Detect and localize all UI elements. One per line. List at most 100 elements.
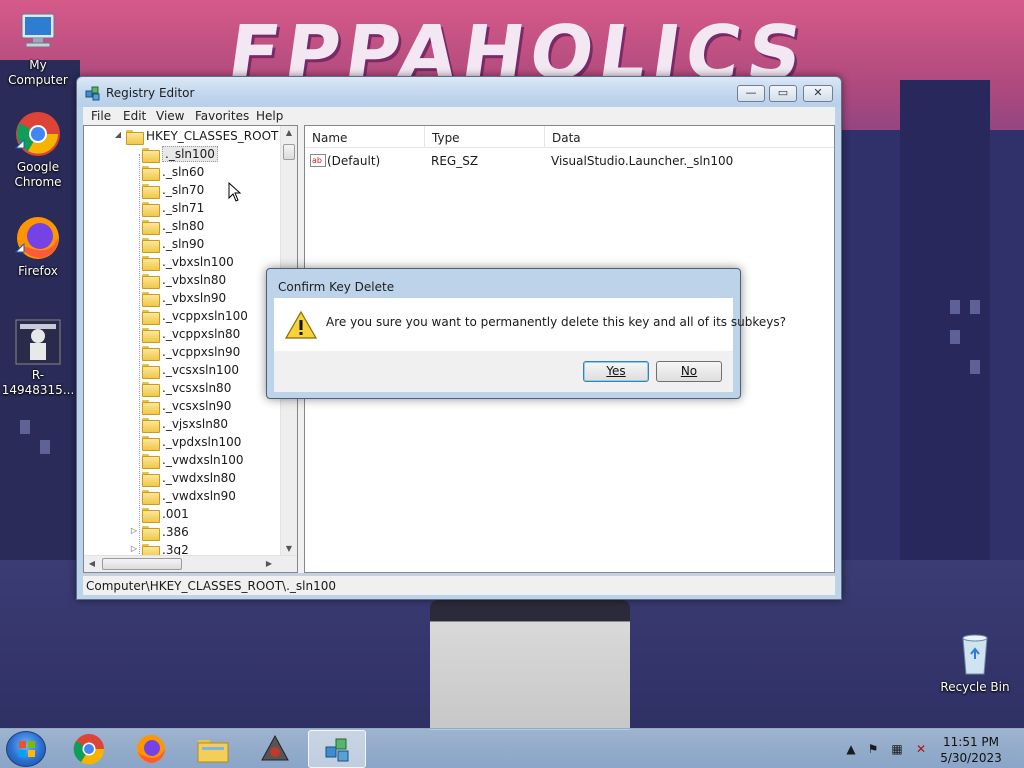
tree-node-label: HKEY_CLASSES_ROOT xyxy=(146,129,279,143)
computer-icon xyxy=(14,8,62,56)
folder-icon xyxy=(142,436,160,451)
tree-node[interactable]: ._vpdxsln100 xyxy=(84,433,284,451)
folder-icon xyxy=(142,148,160,163)
tree-node[interactable]: ._vbxsln100 xyxy=(84,253,284,271)
column-header-type[interactable]: Type xyxy=(425,126,545,148)
scroll-left-icon[interactable]: ◀ xyxy=(87,559,97,568)
tree-root-node[interactable]: ◢ HKEY_CLASSES_ROOT xyxy=(84,127,284,145)
volume-muted-icon[interactable]: ✕ xyxy=(914,742,928,756)
recycle-bin-icon xyxy=(951,630,999,678)
wallpaper-artwork-lettering: FPPAHOLICS xyxy=(222,10,813,96)
tree-node[interactable]: ._sln70 xyxy=(84,181,284,199)
desktop-icon-google-chrome[interactable]: Google Chrome xyxy=(0,110,76,190)
scroll-thumb[interactable] xyxy=(102,558,182,570)
tree-node[interactable]: ._sln80 xyxy=(84,217,284,235)
minimize-button[interactable]: — xyxy=(737,85,765,102)
tree-node-label: ._vcsxsln80 xyxy=(162,381,232,395)
desktop-icon-image-file[interactable]: R-14948315... xyxy=(0,318,76,398)
status-bar: Computer\HKEY_CLASSES_ROOT\._sln100 xyxy=(83,575,835,595)
desktop-icon-recycle-bin[interactable]: Recycle Bin xyxy=(937,630,1013,695)
app-icon xyxy=(261,734,289,761)
tree-node-label: .001 xyxy=(162,507,189,521)
tree-node[interactable]: ._sln71 xyxy=(84,199,284,217)
scroll-down-icon[interactable]: ▼ xyxy=(281,544,297,553)
wallpaper-window xyxy=(970,360,980,374)
tree-node-label: ._vwdxsln80 xyxy=(162,471,236,485)
dialog-message: Are you sure you want to permanently del… xyxy=(326,315,786,329)
collapse-arrow-icon[interactable]: ◢ xyxy=(113,130,123,139)
scroll-thumb[interactable] xyxy=(283,144,295,160)
window-titlebar[interactable]: Registry Editor — ▭ ✕ xyxy=(77,77,841,107)
firefox-icon xyxy=(137,735,165,763)
menu-bar: File Edit View Favorites Help xyxy=(83,107,835,125)
folder-open-icon xyxy=(126,130,144,145)
wallpaper-character xyxy=(430,600,630,730)
no-button[interactable]: No xyxy=(656,361,722,382)
tree-node[interactable]: ._vwdxsln90 xyxy=(84,487,284,505)
menu-file[interactable]: File xyxy=(91,109,111,123)
tree-node-label: ._vwdxsln90 xyxy=(162,489,236,503)
expand-arrow-icon[interactable]: ▷ xyxy=(129,526,139,535)
menu-edit[interactable]: Edit xyxy=(123,109,146,123)
tree-node[interactable]: ._vcppxsln80 xyxy=(84,325,284,343)
close-button[interactable]: ✕ xyxy=(803,85,833,102)
tree-node[interactable]: ._vcsxsln90 xyxy=(84,397,284,415)
show-hidden-icons-icon[interactable]: ▲ xyxy=(844,742,858,756)
folder-icon xyxy=(142,346,160,361)
desktop-icon-firefox[interactable]: Firefox xyxy=(0,214,76,279)
taskbar: ▲ ⚑ ▦ ✕ 11:51 PM 5/30/2023 xyxy=(0,728,1024,768)
menu-help[interactable]: Help xyxy=(256,109,283,123)
column-header-data[interactable]: Data xyxy=(545,126,834,148)
wallpaper-window xyxy=(20,420,30,434)
folder-icon xyxy=(142,454,160,469)
column-header-name[interactable]: Name xyxy=(305,126,425,148)
desktop-icon-my-computer[interactable]: My Computer xyxy=(0,8,76,88)
network-icon[interactable]: ▦ xyxy=(890,742,904,756)
tree-node[interactable]: ▷ .386 xyxy=(84,523,284,541)
tree-node[interactable]: ._vcsxsln100 xyxy=(84,361,284,379)
tree-node[interactable]: ._vwdxsln80 xyxy=(84,469,284,487)
desktop-icon-label: My Computer xyxy=(8,58,68,87)
wallpaper-window xyxy=(970,300,980,314)
tree-node[interactable]: ._vbxsln80 xyxy=(84,271,284,289)
confirm-delete-dialog[interactable]: Confirm Key Delete Are you sure you want… xyxy=(266,268,786,399)
taskbar-registry-editor[interactable] xyxy=(308,730,366,768)
start-button[interactable] xyxy=(6,731,46,767)
status-path: Computer\HKEY_CLASSES_ROOT\._sln100 xyxy=(86,579,336,593)
yes-button[interactable]: Yes xyxy=(583,361,649,382)
expand-arrow-icon[interactable]: ▷ xyxy=(129,544,139,553)
tree-node[interactable]: ._sln100 xyxy=(84,145,284,163)
folder-icon xyxy=(142,418,160,433)
tree-horizontal-scrollbar[interactable]: ◀ ▶ xyxy=(84,555,297,572)
registry-editor-icon xyxy=(325,738,349,762)
tree-node-label: ._sln70 xyxy=(162,183,205,197)
clock-time: 11:51 PM xyxy=(943,735,999,749)
tree-node[interactable]: ._sln60 xyxy=(84,163,284,181)
tree-node[interactable]: ._vcppxsln100 xyxy=(84,307,284,325)
firefox-icon xyxy=(14,214,62,262)
tree-node[interactable]: ._vcsxsln80 xyxy=(84,379,284,397)
maximize-button[interactable]: ▭ xyxy=(769,85,797,102)
desktop-icon-label: Firefox xyxy=(18,264,58,278)
system-clock[interactable]: 11:51 PM 5/30/2023 xyxy=(936,734,1006,766)
tree-node[interactable]: .001 xyxy=(84,505,284,523)
tree-node[interactable]: ._vbxsln90 xyxy=(84,289,284,307)
menu-view[interactable]: View xyxy=(156,109,184,123)
scroll-right-icon[interactable]: ▶ xyxy=(264,559,274,568)
tree-node[interactable]: ._vjsxsln80 xyxy=(84,415,284,433)
taskbar-explorer[interactable] xyxy=(184,730,242,768)
taskbar-app[interactable] xyxy=(246,730,304,768)
tree-node[interactable]: ._vcppxsln90 xyxy=(84,343,284,361)
action-center-flag-icon[interactable]: ⚑ xyxy=(866,742,880,756)
close-icon: ✕ xyxy=(813,86,823,99)
tree-node[interactable]: ._sln90 xyxy=(84,235,284,253)
taskbar-firefox[interactable] xyxy=(122,730,180,768)
value-type: REG_SZ xyxy=(431,154,479,168)
tree-node-label: ._sln90 xyxy=(162,237,205,251)
desktop-icon-label: Recycle Bin xyxy=(940,680,1010,694)
scroll-up-icon[interactable]: ▲ xyxy=(281,128,297,137)
menu-favorites[interactable]: Favorites xyxy=(195,109,249,123)
desktop-icon-label: R-14948315... xyxy=(1,368,75,397)
taskbar-chrome[interactable] xyxy=(60,730,118,768)
tree-node[interactable]: ._vwdxsln100 xyxy=(84,451,284,469)
